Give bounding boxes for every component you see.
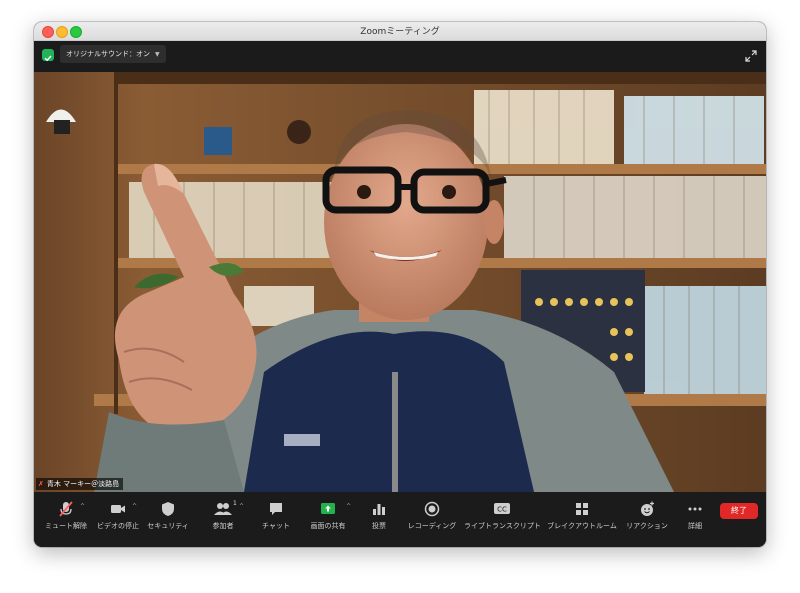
- video-frame-image: [34, 72, 766, 492]
- stop-video-button[interactable]: ^ ビデオの停止: [92, 500, 144, 531]
- chevron-up-icon[interactable]: ^: [132, 503, 137, 510]
- mic-muted-icon: ✗: [38, 480, 44, 488]
- control-label: チャット: [262, 522, 290, 530]
- shield-icon: [144, 500, 192, 518]
- original-sound-label: オリジナルサウンド：オン: [66, 50, 150, 58]
- cc-icon: CC: [464, 500, 540, 518]
- share-screen-button[interactable]: ^ 画面の共有: [304, 500, 352, 531]
- chevron-down-icon: ▼: [155, 51, 160, 58]
- participant-name: 青木 マーキー＠淡路島: [46, 480, 120, 488]
- original-sound-toggle[interactable]: オリジナルサウンド：オン ▼: [60, 45, 166, 63]
- bar-chart-icon: [362, 500, 396, 518]
- participant-video: ✗ 青木 マーキー＠淡路島: [34, 72, 766, 492]
- control-label: 詳細: [688, 522, 702, 530]
- video-camera-icon: ^: [92, 500, 144, 518]
- control-label: セキュリティ: [147, 522, 189, 530]
- end-meeting-button[interactable]: 終了: [720, 503, 758, 519]
- participants-icon: 1 ^: [202, 500, 244, 518]
- more-button[interactable]: 詳細: [680, 500, 710, 531]
- poll-button[interactable]: 投票: [362, 500, 396, 531]
- window-title: Zoomミーティング: [360, 27, 440, 37]
- svg-text:CC: CC: [497, 506, 507, 514]
- breakout-rooms-button[interactable]: ブレイクアウトルーム: [546, 500, 618, 531]
- control-label: 投票: [372, 522, 386, 530]
- chevron-up-icon[interactable]: ^: [346, 503, 351, 510]
- chat-button[interactable]: チャット: [256, 500, 296, 531]
- participant-name-tag: ✗ 青木 マーキー＠淡路島: [36, 478, 124, 490]
- meeting-controls-bar: ^ ミュート解除 ^ ビデオの停止 セキュリティ 1 ^ 参加者 チャット ^ …: [34, 492, 766, 547]
- record-icon: [404, 500, 460, 518]
- emoji-plus-icon: [624, 500, 670, 518]
- participants-button[interactable]: 1 ^ 参加者: [202, 500, 245, 531]
- chat-bubble-icon: [256, 500, 296, 518]
- control-label: 参加者: [212, 522, 234, 530]
- control-label: ライブトランスクリプト: [464, 522, 541, 530]
- control-label: ミュート解除: [45, 522, 87, 530]
- shield-check-icon[interactable]: [42, 49, 54, 62]
- control-label: ブレイクアウトルーム: [547, 522, 617, 530]
- live-transcript-button[interactable]: CC ライブトランスクリプト: [464, 500, 541, 531]
- participant-count: 1: [233, 500, 237, 507]
- chevron-up-icon[interactable]: ^: [80, 503, 85, 510]
- zoom-window: Zoomミーティング オリジナルサウンド：オン ▼ ✗ 青木 マーキー＠淡路島 …: [34, 22, 766, 547]
- chevron-up-icon[interactable]: ^: [239, 503, 244, 510]
- grid-icon: [546, 500, 618, 518]
- record-button[interactable]: レコーディング: [404, 500, 460, 531]
- control-label: ビデオの停止: [97, 522, 139, 530]
- control-label: リアクション: [626, 522, 668, 530]
- control-label: レコーディング: [407, 522, 457, 530]
- mic-muted-icon: ^: [40, 500, 92, 518]
- unmute-button[interactable]: ^ ミュート解除: [40, 500, 92, 531]
- security-button[interactable]: セキュリティ: [144, 500, 192, 531]
- expand-icon[interactable]: [744, 48, 758, 62]
- share-screen-icon: ^: [304, 500, 352, 518]
- more-dots-icon: [680, 500, 710, 518]
- reactions-button[interactable]: リアクション: [624, 500, 670, 531]
- title-bar: Zoomミーティング: [34, 22, 766, 41]
- control-label: 画面の共有: [310, 522, 346, 530]
- meeting-top-bar: オリジナルサウンド：オン ▼: [34, 41, 766, 72]
